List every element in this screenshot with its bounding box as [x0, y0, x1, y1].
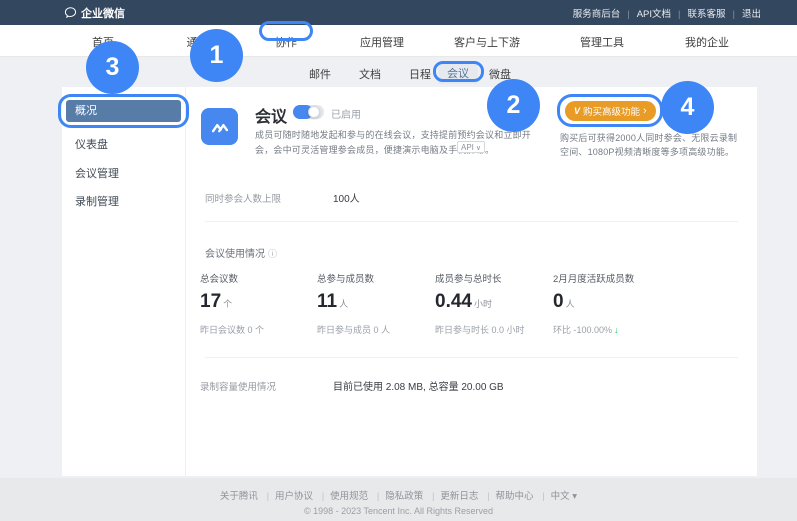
divider	[205, 357, 738, 358]
chat-bubble-icon	[64, 6, 77, 19]
stat-label: 2月月度活跃成员数	[553, 271, 668, 285]
wecom-brand[interactable]: 企业微信	[64, 0, 125, 25]
footer: 关于腾讯 用户协议 使用规范 隐私政策 更新日志 帮助中心 中文 ▾ © 199…	[0, 478, 797, 521]
stat-value: 0	[553, 291, 564, 312]
stat-label: 总会议数	[200, 271, 315, 285]
stat-subtext: 环比 -100.00%	[553, 325, 612, 335]
nav-item-customers[interactable]: 客户与上下游	[454, 34, 520, 50]
annotation-step-4: 4	[661, 81, 714, 134]
api-dropdown[interactable]: API∨	[457, 141, 485, 153]
stat-label: 成员参与总时长	[435, 271, 550, 285]
nav-item-management-tools[interactable]: 管理工具	[580, 34, 624, 50]
stat-value: 11	[317, 291, 337, 312]
topbar-link-api-docs[interactable]: API文档	[620, 6, 671, 20]
info-icon[interactable]: ⓘ	[268, 249, 277, 259]
stat-unit: 个	[223, 299, 232, 309]
participant-limit-label: 同时参会人数上限	[205, 191, 281, 205]
recording-capacity-label: 录制容量使用情况	[200, 379, 276, 393]
topbar: 企业微信 服务商后台 API文档 联系客服 退出	[0, 0, 797, 25]
stat-total-participants: 总参与成员数 11人 昨日参与成员 0 人	[317, 271, 432, 336]
stat-value: 0.44	[435, 291, 472, 312]
sidebar-item-dashboard[interactable]: 仪表盘	[75, 136, 108, 152]
footer-link-about[interactable]: 关于腾讯	[220, 491, 258, 502]
meeting-app-icon	[201, 108, 238, 145]
tab-calendar[interactable]: 日程	[409, 66, 431, 82]
api-label: API	[461, 143, 474, 152]
annotation-step-2: 2	[487, 79, 540, 132]
participant-limit-value: 100人	[333, 190, 360, 205]
nav-item-collaboration[interactable]: 协作	[275, 34, 297, 50]
toggle-knob	[308, 106, 320, 118]
chevron-down-icon: ∨	[476, 145, 481, 152]
nav-item-apps[interactable]: 应用管理	[360, 34, 404, 50]
stat-subtext: 昨日参与时长 0.0 小时	[435, 323, 550, 336]
tab-mail[interactable]: 邮件	[309, 66, 331, 82]
trend-down-arrow-icon: ↓	[614, 325, 619, 335]
footer-link-user-agreement[interactable]: 用户协议	[261, 491, 313, 502]
divider	[205, 221, 738, 222]
meeting-description-line1: 成员可随时随地发起和参与的在线会议，支持提前预约会议和立即开	[255, 128, 531, 141]
footer-link-help-center[interactable]: 帮助中心	[481, 491, 533, 502]
stat-subtext: 昨日会议数 0 个	[200, 323, 315, 336]
enabled-status-label: 已启用	[331, 106, 361, 121]
sidebar-divider	[185, 87, 186, 476]
chevron-right-icon: ›	[643, 106, 647, 117]
stat-value: 17	[200, 291, 221, 312]
buy-premium-button[interactable]: V 购买高级功能 ›	[565, 101, 656, 121]
stat-monthly-active: 2月月度活跃成员数 0人 环比 -100.00%↓	[553, 271, 668, 336]
footer-link-usage-rules[interactable]: 使用规范	[316, 491, 368, 502]
topbar-link-contact-support[interactable]: 联系客服	[671, 6, 725, 20]
annotation-step-1: 1	[190, 29, 243, 82]
footer-link-privacy[interactable]: 隐私政策	[371, 491, 423, 502]
vip-icon: V	[574, 106, 580, 116]
sidebar-item-recording-management[interactable]: 录制管理	[75, 193, 119, 209]
stat-subtext: 昨日参与成员 0 人	[317, 323, 432, 336]
footer-language-selector[interactable]: 中文 ▾	[536, 491, 577, 502]
stat-total-meetings: 总会议数 17个 昨日会议数 0 个	[200, 271, 315, 336]
tab-meeting[interactable]: 会议	[438, 62, 478, 84]
footer-links: 关于腾讯 用户协议 使用规范 隐私政策 更新日志 帮助中心 中文 ▾	[0, 488, 797, 502]
meeting-enabled-toggle[interactable]	[293, 105, 324, 119]
brand-label: 企业微信	[81, 5, 125, 21]
page-title: 会议	[255, 103, 287, 127]
sidebar-item-meeting-management[interactable]: 会议管理	[75, 165, 119, 181]
usage-section-title: 会议使用情况ⓘ	[205, 245, 277, 260]
topbar-link-provider-console[interactable]: 服务商后台	[573, 6, 621, 20]
stat-unit: 小时	[474, 299, 492, 309]
nav-item-my-company[interactable]: 我的企业	[685, 34, 729, 50]
topbar-links: 服务商后台 API文档 联系客服 退出	[573, 0, 761, 25]
annotation-step-3: 3	[86, 41, 139, 94]
topbar-link-logout[interactable]: 退出	[726, 6, 761, 20]
buy-premium-label: 购买高级功能	[583, 104, 640, 118]
tab-docs[interactable]: 文档	[359, 66, 381, 82]
stat-label: 总参与成员数	[317, 271, 432, 285]
stat-unit: 人	[566, 299, 575, 309]
stat-total-duration: 成员参与总时长 0.44小时 昨日参与时长 0.0 小时	[435, 271, 550, 336]
stat-unit: 人	[339, 299, 348, 309]
buy-description-line2: 空间、1080P视频清晰度等多项高级功能。	[560, 145, 734, 158]
footer-link-changelog[interactable]: 更新日志	[426, 491, 478, 502]
footer-copyright: © 1998 - 2023 Tencent Inc. All Rights Re…	[0, 506, 797, 516]
buy-description-line1: 购买后可获得2000人同时参会、无限云录制	[560, 131, 737, 144]
sidebar-item-overview[interactable]: 概况	[66, 100, 181, 122]
recording-capacity-value: 目前已使用 2.08 MB, 总容量 20.00 GB	[333, 378, 504, 393]
usage-title-label: 会议使用情况	[205, 249, 265, 260]
